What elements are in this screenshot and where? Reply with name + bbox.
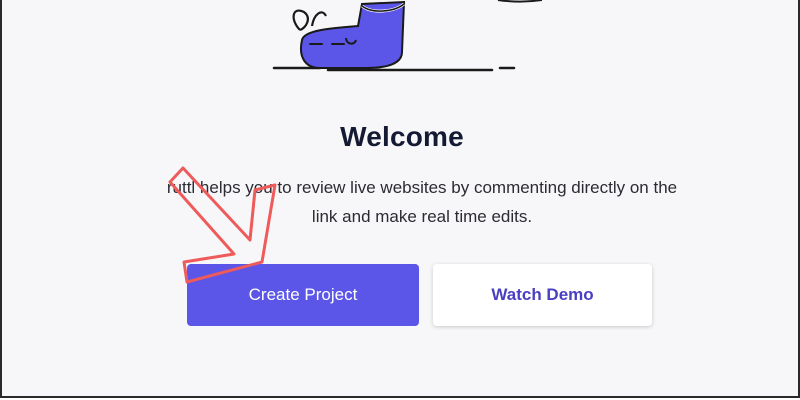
watch-demo-label: Watch Demo (491, 285, 594, 304)
description-line-1: ruttl helps you to review live websites … (166, 178, 678, 197)
welcome-description: ruttl helps you to review live websites … (2, 173, 798, 231)
create-project-button[interactable]: Create Project (187, 264, 419, 326)
welcome-title: Welcome (340, 121, 464, 152)
description-line-2: link and make real time edits. (311, 207, 533, 226)
sneaker-illustration-icon (272, 0, 542, 72)
welcome-panel: Welcome ruttl helps you to review live w… (0, 0, 800, 398)
create-project-label: Create Project (248, 285, 358, 304)
watch-demo-button[interactable]: Watch Demo (433, 264, 652, 326)
